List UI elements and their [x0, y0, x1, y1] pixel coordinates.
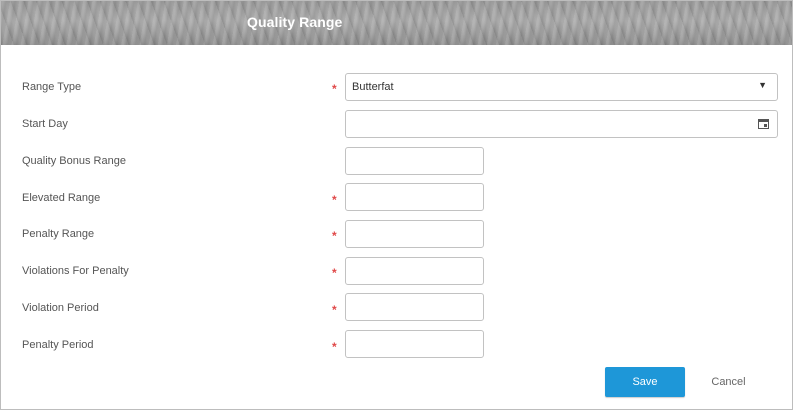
- range-type-select[interactable]: Butterfat ▼: [345, 73, 778, 101]
- penalty-period-required-mark: *: [332, 340, 337, 354]
- penalty-period-input[interactable]: [345, 330, 484, 358]
- start-day-date-field[interactable]: [345, 110, 778, 138]
- calendar-icon[interactable]: [758, 118, 769, 129]
- violations-for-penalty-label: Violations For Penalty: [22, 265, 129, 277]
- violation-period-required-mark: *: [332, 303, 337, 317]
- cancel-button[interactable]: Cancel: [701, 367, 756, 397]
- violations-for-penalty-required-mark: *: [332, 266, 337, 280]
- dialog-header: Quality Range: [1, 1, 792, 45]
- chevron-down-icon: ▼: [758, 80, 767, 90]
- penalty-range-label: Penalty Range: [22, 228, 95, 240]
- save-button[interactable]: Save: [605, 367, 685, 397]
- start-day-label: Start Day: [22, 118, 68, 130]
- violation-period-input[interactable]: [345, 293, 484, 321]
- quality-bonus-range-input[interactable]: [345, 147, 484, 175]
- elevated-range-label: Elevated Range: [22, 192, 101, 204]
- violations-for-penalty-input[interactable]: [345, 257, 484, 285]
- quality-range-dialog: Quality Range Range Type * Butterfat ▼ S…: [0, 0, 793, 410]
- dialog-title: Quality Range: [247, 14, 343, 30]
- quality-bonus-range-label: Quality Bonus Range: [22, 155, 126, 167]
- elevated-range-input[interactable]: [345, 183, 484, 211]
- range-type-selected-value: Butterfat: [352, 81, 394, 93]
- violation-period-label: Violation Period: [22, 302, 99, 314]
- penalty-range-required-mark: *: [332, 229, 337, 243]
- range-type-required-mark: *: [332, 82, 337, 96]
- penalty-range-input[interactable]: [345, 220, 484, 248]
- range-type-label: Range Type: [22, 81, 82, 93]
- elevated-range-required-mark: *: [332, 193, 337, 207]
- penalty-period-label: Penalty Period: [22, 339, 94, 351]
